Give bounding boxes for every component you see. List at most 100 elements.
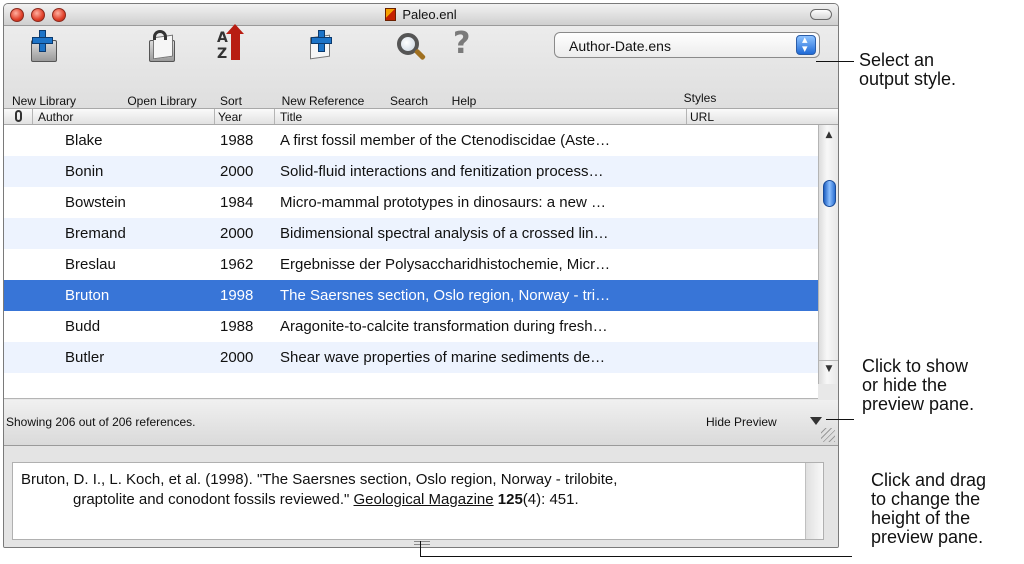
citation-volume: 125 xyxy=(497,491,523,508)
preview-pane: Bruton, D. I., L. Koch, et al. (1998). "… xyxy=(4,446,838,547)
list-bottom-area xyxy=(4,386,818,399)
year-cell: 2000 xyxy=(220,225,254,242)
year-column-header[interactable]: Year xyxy=(218,110,242,124)
new-library-label: New Library xyxy=(11,94,77,108)
table-row[interactable]: Breslau 1962 Ergebnisse der Polysacchari… xyxy=(4,249,818,280)
callout-line-drag-horizontal xyxy=(420,556,852,557)
table-row[interactable]: Bremand 2000 Bidimensional spectral anal… xyxy=(4,218,818,249)
author-cell: Butler xyxy=(65,349,105,366)
scroll-up-arrow-icon[interactable]: ▲ xyxy=(819,127,838,143)
toolbar: New Library Open Library AZ Sort New Ref… xyxy=(4,24,838,108)
new-reference-label: New Reference xyxy=(281,94,365,108)
callout-text: height of the xyxy=(871,508,971,528)
column-header: Author Year Title URL xyxy=(4,108,838,125)
title-cell: The Saersnes section, Oslo region, Norwa… xyxy=(280,287,611,304)
toolbar-toggle-button[interactable] xyxy=(810,9,832,20)
sort-az-icon: AZ xyxy=(214,24,248,64)
search-button[interactable]: Search xyxy=(384,30,434,108)
open-library-button[interactable]: Open Library xyxy=(114,30,210,108)
callout-text: or hide the xyxy=(862,375,948,395)
table-row[interactable]: Budd 1988 Aragonite-to-calcite transform… xyxy=(4,311,818,342)
callout-text: preview pane. xyxy=(862,394,975,414)
endnote-window: Paleo.enl New Library Open Library AZ So… xyxy=(3,3,839,548)
callout-text: to change the xyxy=(871,489,981,509)
year-cell: 1998 xyxy=(220,287,254,304)
year-cell: 1984 xyxy=(220,194,254,211)
title-cell: Aragonite-to-calcite transformation duri… xyxy=(280,318,608,335)
scroll-down-arrow-icon[interactable]: ▼ xyxy=(819,360,838,376)
url-column-header[interactable]: URL xyxy=(690,110,714,124)
callout-line-preview xyxy=(826,419,854,420)
reference-list: Blake 1988 A first fossil member of the … xyxy=(4,125,818,386)
callout-text: output style. xyxy=(859,69,957,89)
new-reference-icon xyxy=(306,30,340,64)
scrollbar-thumb[interactable] xyxy=(823,180,836,207)
help-label: Help xyxy=(451,94,477,108)
author-column-header[interactable]: Author xyxy=(38,110,73,124)
callout-line-style xyxy=(816,61,854,62)
window-title: Paleo.enl xyxy=(402,7,457,22)
author-cell: Blake xyxy=(65,132,103,149)
callout-text: Click and drag xyxy=(871,470,987,490)
preview-toggle-triangle-icon[interactable] xyxy=(810,417,822,425)
year-cell: 1988 xyxy=(220,318,254,335)
preview-content: Bruton, D. I., L. Koch, et al. (1998). "… xyxy=(12,462,824,540)
title-cell: Micro-mammal prototypes in dinosaurs: a … xyxy=(280,194,606,211)
title-cell: Solid-fluid interactions and fenitizatio… xyxy=(280,163,604,180)
callout-output-style: Select an output style. xyxy=(859,51,956,89)
sort-label: Sort xyxy=(219,94,242,108)
title-cell: A first fossil member of the Ctenodiscid… xyxy=(280,132,611,149)
callout-text: Select an xyxy=(859,50,935,70)
year-cell: 1962 xyxy=(220,256,254,273)
hide-preview-button[interactable]: Hide Preview xyxy=(706,415,777,429)
title-column-header[interactable]: Title xyxy=(280,110,302,124)
help-button[interactable]: ? Help xyxy=(442,26,486,108)
title-cell: Bidimensional spectral analysis of a cro… xyxy=(280,225,609,242)
author-cell: Bremand xyxy=(65,225,126,242)
author-cell: Bonin xyxy=(65,163,104,180)
styles-label: Styles xyxy=(683,91,717,105)
year-cell: 2000 xyxy=(220,349,254,366)
select-arrows-icon[interactable] xyxy=(796,33,816,55)
output-style-select[interactable]: Author-Date.ens xyxy=(554,32,820,58)
year-cell: 2000 xyxy=(220,163,254,180)
author-cell: Bruton xyxy=(65,287,110,304)
citation-line-1: Bruton, D. I., L. Koch, et al. (1998). "… xyxy=(21,471,618,488)
citation-title-end: graptolite and conodont fossils reviewed… xyxy=(73,491,354,508)
document-icon xyxy=(385,8,397,21)
author-cell: Breslau xyxy=(65,256,116,273)
citation-line-2: graptolite and conodont fossils reviewed… xyxy=(21,490,781,510)
sort-button[interactable]: AZ Sort xyxy=(214,24,248,108)
preview-scrollbar[interactable] xyxy=(805,463,823,539)
table-row[interactable]: Blake 1988 A first fossil member of the … xyxy=(4,125,818,156)
callout-line-drag-vertical xyxy=(420,541,421,557)
status-bar: Showing 206 out of 206 references. Hide … xyxy=(4,400,838,446)
formatted-citation: Bruton, D. I., L. Koch, et al. (1998). "… xyxy=(21,470,781,510)
title-cell: Ergebnisse der Polysaccharidhistochemie,… xyxy=(280,256,611,273)
title-cell: Shear wave properties of marine sediment… xyxy=(280,349,606,366)
callout-text: preview pane. xyxy=(871,527,984,547)
citation-issue-pages: (4): 451. xyxy=(522,491,579,508)
title-bar[interactable]: Paleo.enl xyxy=(4,4,838,26)
selected-table-row[interactable]: Bruton 1998 The Saersnes section, Oslo r… xyxy=(4,280,818,311)
help-icon: ? xyxy=(453,26,471,61)
table-row[interactable]: Butler 2000 Shear wave properties of mar… xyxy=(4,342,818,373)
author-cell: Budd xyxy=(65,318,101,335)
reference-list-scrollbar[interactable]: ▲ ▼ xyxy=(818,125,838,384)
table-row[interactable]: Bonin 2000 Solid-fluid interactions and … xyxy=(4,156,818,187)
citation-journal: Geological Magazine xyxy=(353,491,494,508)
new-library-icon xyxy=(27,30,61,64)
output-style-value: Author-Date.ens xyxy=(569,38,671,54)
new-library-button[interactable]: New Library xyxy=(6,30,82,108)
open-library-label: Open Library xyxy=(127,94,197,108)
new-reference-button[interactable]: New Reference xyxy=(270,30,376,108)
open-library-icon xyxy=(145,30,179,64)
preview-resize-handle[interactable] xyxy=(414,541,430,545)
reference-count-status: Showing 206 out of 206 references. xyxy=(6,415,196,429)
author-cell: Bowstein xyxy=(65,194,126,211)
search-label: Search xyxy=(389,94,429,108)
table-row[interactable]: Bowstein 1984 Micro-mammal prototypes in… xyxy=(4,187,818,218)
attachment-column-icon[interactable] xyxy=(15,110,22,122)
search-icon xyxy=(392,30,427,64)
resize-grip-icon[interactable] xyxy=(821,428,835,442)
